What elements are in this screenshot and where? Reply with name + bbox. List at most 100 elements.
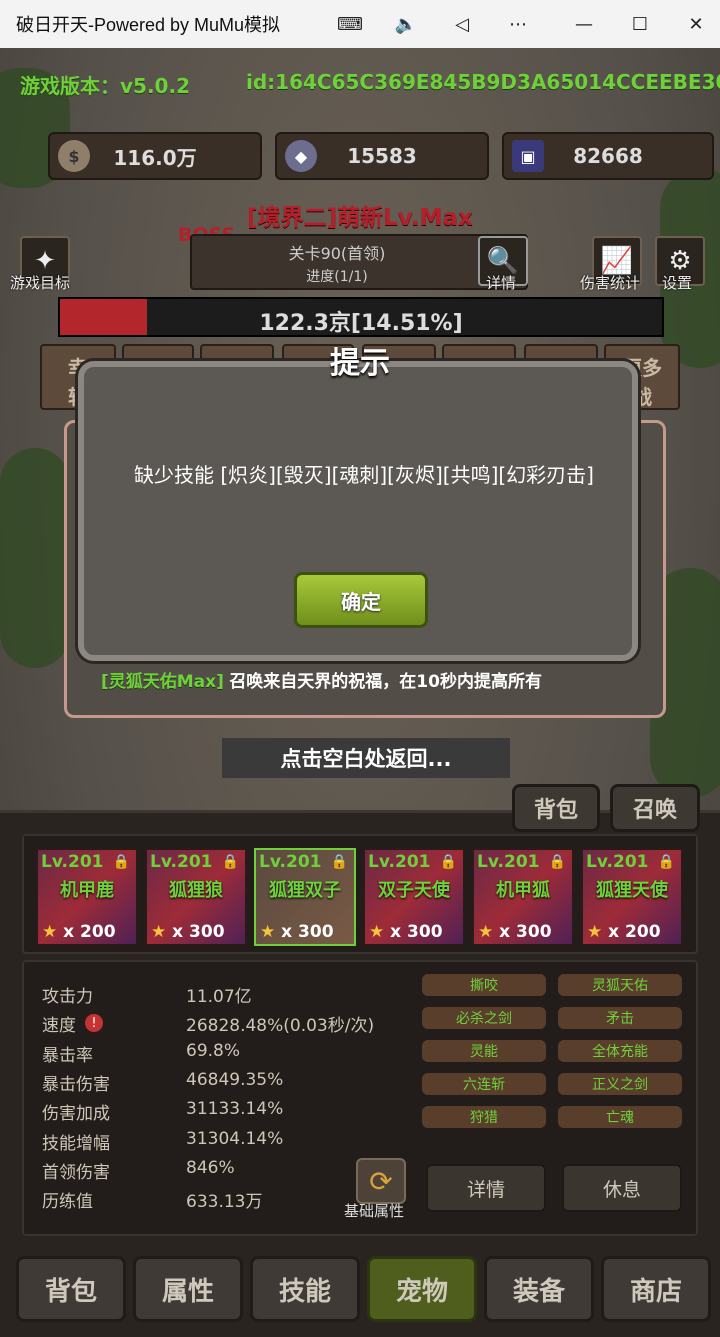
back-icon[interactable]: ◁ bbox=[434, 0, 490, 48]
close-icon[interactable]: ✕ bbox=[668, 0, 720, 48]
pet-name: 机甲鹿 bbox=[60, 880, 114, 901]
crystal-resource: ◆ 15583 bbox=[275, 132, 489, 180]
bottom-tab[interactable]: 宠物 bbox=[367, 1256, 477, 1322]
dialog-title: 提示 bbox=[330, 346, 390, 381]
skill-chip[interactable]: 狩猎 bbox=[422, 1106, 546, 1128]
bag-side-button[interactable]: 背包 bbox=[512, 784, 600, 832]
stat-label: 伤害加成 bbox=[42, 1104, 110, 1125]
pet-card[interactable]: Lv.201 🔒 机甲狐 ★ x 300 bbox=[472, 848, 574, 946]
stat-value: 31133.14% bbox=[186, 1099, 284, 1120]
warning-icon[interactable]: ! bbox=[85, 1014, 103, 1032]
window-title: 破日开天-Powered by MuMu模拟 bbox=[16, 15, 280, 35]
lock-icon: 🔒 bbox=[112, 854, 130, 870]
cactus-decoration bbox=[0, 448, 70, 668]
more-icon[interactable]: ⋯ bbox=[490, 0, 546, 48]
pet-count: ★ x 300 bbox=[478, 922, 552, 942]
pet-count: ★ x 300 bbox=[151, 922, 225, 942]
stats-label: 伤害统计 bbox=[580, 274, 641, 292]
stage-level: 关卡90(首领) bbox=[288, 244, 386, 263]
skill-chip[interactable]: 矛击 bbox=[558, 1007, 682, 1029]
pet-level: Lv.201 bbox=[586, 852, 649, 872]
pet-count-value: x 200 bbox=[63, 922, 116, 942]
pet-card[interactable]: Lv.201 🔒 狐狸天使 ★ x 200 bbox=[581, 848, 683, 946]
crystal-amount: 15583 bbox=[347, 144, 417, 168]
stat-value: 633.13万 bbox=[186, 1192, 263, 1213]
skill-chip[interactable]: 亡魂 bbox=[558, 1106, 682, 1128]
skill-desc-line: [灵狐天佑Max] 召唤来自天界的祝福，在10秒内提高所有 bbox=[101, 667, 542, 692]
star-icon: ★ bbox=[478, 922, 494, 942]
refresh-icon[interactable]: ⟳ bbox=[356, 1158, 406, 1204]
pet-name: 狐狸双子 bbox=[269, 880, 341, 901]
pet-card[interactable]: Lv.201 🔒 机甲鹿 ★ x 200 bbox=[36, 848, 138, 946]
stat-value: 69.8% bbox=[186, 1040, 241, 1061]
confirm-button[interactable]: 确定 bbox=[294, 572, 428, 628]
pet-level: Lv.201 bbox=[368, 852, 431, 872]
window-titlebar: 破日开天-Powered by MuMu模拟 ⌨ 🔈 ◁ ⋯ — ☐ ✕ bbox=[0, 0, 720, 48]
pet-name: 机甲狐 bbox=[496, 880, 550, 901]
pet-card[interactable]: Lv.201 🔒 狐狸狼 ★ x 300 bbox=[145, 848, 247, 946]
pet-count: ★ x 300 bbox=[260, 922, 334, 942]
gold-amount: 116.0万 bbox=[113, 145, 197, 170]
pet-level: Lv.201 bbox=[150, 852, 213, 872]
skill-chip[interactable]: 正义之剑 bbox=[558, 1073, 682, 1095]
maximize-icon[interactable]: ☐ bbox=[612, 0, 668, 48]
minimize-icon[interactable]: — bbox=[556, 0, 612, 48]
skill-chip[interactable]: 必杀之剑 bbox=[422, 1007, 546, 1029]
volume-icon[interactable]: 🔈 bbox=[378, 0, 434, 48]
stat-label: 暴击伤害 bbox=[42, 1074, 110, 1095]
stat-label: 历练值 bbox=[42, 1192, 93, 1213]
stat-label: 技能增幅 bbox=[42, 1133, 110, 1154]
skill-chip[interactable]: 灵狐天佑 bbox=[558, 974, 682, 996]
pet-count: ★ x 200 bbox=[587, 922, 661, 942]
bottom-tab[interactable]: 商店 bbox=[601, 1256, 711, 1322]
star-icon: ★ bbox=[369, 922, 385, 942]
bottom-tab[interactable]: 属性 bbox=[133, 1256, 243, 1322]
summon-side-button[interactable]: 召唤 bbox=[610, 784, 700, 832]
star-icon: ★ bbox=[42, 922, 58, 942]
pet-name: 狐狸狼 bbox=[169, 880, 223, 901]
game-version: 游戏版本：v5.0.2 bbox=[20, 74, 190, 98]
skill-chip[interactable]: 撕咬 bbox=[422, 974, 546, 996]
pet-name: 狐狸天使 bbox=[596, 880, 668, 901]
game-viewport[interactable]: 游戏版本：v5.0.2 id:164C65C369E845B9D3A65014C… bbox=[0, 48, 720, 1337]
stat-label: 首领伤害 bbox=[42, 1162, 110, 1183]
skill-desc-text: 召唤来自天界的祝福，在10秒内提高所有 bbox=[229, 672, 542, 692]
stat-value: 846% bbox=[186, 1157, 235, 1178]
lock-icon: 🔒 bbox=[439, 854, 457, 870]
pet-card[interactable]: Lv.201 🔒 双子天使 ★ x 300 bbox=[363, 848, 465, 946]
return-hint[interactable]: 点击空白处返回... bbox=[222, 738, 510, 778]
rest-button[interactable]: 休息 bbox=[562, 1164, 682, 1212]
pet-name: 双子天使 bbox=[378, 880, 450, 901]
keyboard-icon[interactable]: ⌨ bbox=[322, 0, 378, 48]
pet-count-value: x 300 bbox=[281, 922, 334, 942]
boss-hp-text: 122.3京[14.51%] bbox=[259, 311, 463, 336]
boss-hp-bar: 122.3京[14.51%] bbox=[58, 297, 664, 337]
bottom-tab[interactable]: 背包 bbox=[16, 1256, 126, 1322]
skill-chip[interactable]: 六连斩 bbox=[422, 1073, 546, 1095]
stat-label: 攻击力 bbox=[42, 987, 93, 1007]
lock-icon: 🔒 bbox=[221, 854, 239, 870]
lock-icon: 🔒 bbox=[548, 854, 566, 870]
card-resource: ▣ 82668 bbox=[502, 132, 714, 180]
card-amount: 82668 bbox=[573, 144, 643, 168]
pet-card[interactable]: Lv.201 🔒 狐狸双子 ★ x 300 bbox=[254, 848, 356, 946]
pet-count-value: x 300 bbox=[499, 922, 552, 942]
stat-label: 速度 bbox=[42, 1016, 76, 1037]
star-icon: ★ bbox=[260, 922, 276, 942]
pet-level: Lv.201 bbox=[477, 852, 540, 872]
lock-icon: 🔒 bbox=[330, 854, 348, 870]
stat-label: 暴击率 bbox=[42, 1045, 93, 1066]
skill-chip[interactable]: 灵能 bbox=[422, 1040, 546, 1062]
detail-button[interactable]: 详情 bbox=[426, 1164, 546, 1212]
detail-label: 详情 bbox=[486, 274, 517, 292]
pet-count-value: x 200 bbox=[608, 922, 661, 942]
star-icon: ★ bbox=[587, 922, 603, 942]
pet-level: Lv.201 bbox=[41, 852, 104, 872]
stat-value: 31304.14% bbox=[186, 1128, 284, 1149]
base-attr-label: 基础属性 bbox=[344, 1202, 405, 1220]
stat-value: 26828.48%(0.03秒/次) bbox=[186, 1016, 375, 1037]
bottom-tab[interactable]: 装备 bbox=[484, 1256, 594, 1322]
bottom-tab[interactable]: 技能 bbox=[250, 1256, 360, 1322]
skill-chip[interactable]: 全体充能 bbox=[558, 1040, 682, 1062]
alert-dialog: 缺少技能 [炽炎][毁灭][魂刺][灰烬][共鸣][幻彩刃击] 确定 bbox=[78, 361, 638, 661]
